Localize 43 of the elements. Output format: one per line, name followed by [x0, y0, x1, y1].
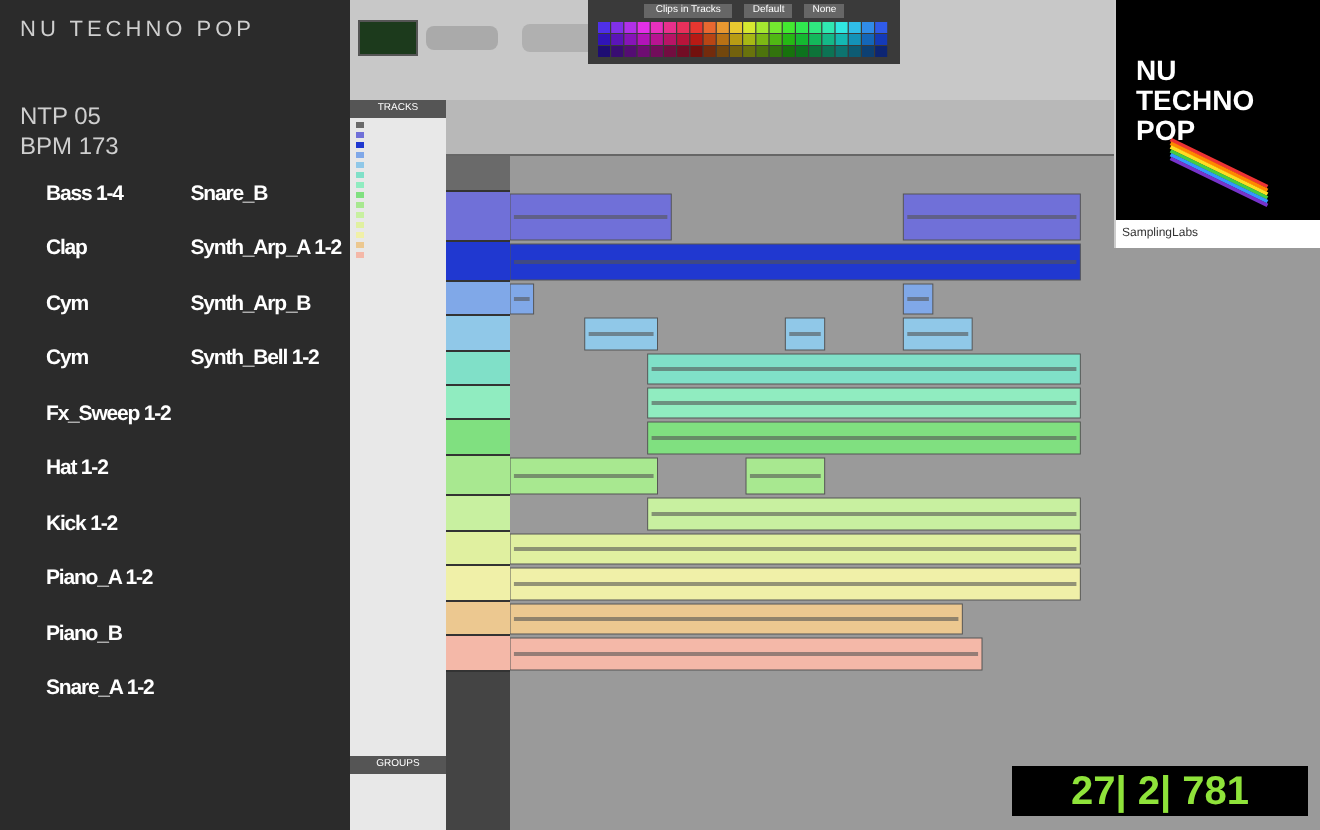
track-header	[446, 420, 510, 456]
color-palette-drawing[interactable]	[598, 22, 890, 58]
tempo-label: BPM 173	[20, 131, 121, 161]
track-list-swatch[interactable]	[356, 252, 364, 258]
track-header	[446, 156, 510, 192]
sample-name: Fx_Sweep 1-2	[46, 399, 171, 427]
track-list-swatch[interactable]	[356, 152, 364, 158]
track-header	[446, 352, 510, 386]
sample-name: Cym	[46, 344, 88, 372]
track-list-swatch[interactable]	[356, 182, 364, 188]
track-header	[446, 316, 510, 352]
track-header	[446, 496, 510, 532]
track-list-swatch[interactable]	[356, 142, 364, 148]
sample-name: Piano_A 1-2	[46, 564, 153, 592]
sample-name: Synth_Arp_A 1-2	[190, 234, 341, 262]
sample-name: Synth_Bell 1-2	[190, 344, 319, 372]
track-list-swatch[interactable]	[356, 192, 364, 198]
track-list-swatch[interactable]	[356, 212, 364, 218]
cover-title: TECHNO	[1136, 86, 1255, 116]
track-list-swatch[interactable]	[356, 122, 364, 128]
sample-name: Clap	[46, 234, 87, 262]
track-list-swatch[interactable]	[356, 202, 364, 208]
sample-name: Synth_Arp_B	[190, 289, 311, 317]
track-list-swatch[interactable]	[356, 232, 364, 238]
sample-name: Cym	[46, 289, 88, 317]
sample-name: Bass 1-4	[46, 179, 123, 207]
counter-text: 27| 2| 781	[1070, 767, 1250, 817]
pack-code: NTP 05	[20, 101, 103, 131]
sample-name: Snare_B	[190, 179, 268, 207]
track-list-swatch[interactable]	[356, 132, 364, 138]
sample-name: Hat 1-2	[46, 454, 108, 482]
track-list-swatch[interactable]	[356, 242, 364, 248]
cover-title: POP	[1136, 116, 1196, 146]
pack-title: NU TECHNO POP	[20, 16, 257, 46]
track-list-swatch[interactable]	[356, 172, 364, 178]
track-list-swatch[interactable]	[356, 162, 364, 168]
cover-title: NU	[1136, 56, 1177, 86]
sample-name: Kick 1-2	[46, 509, 117, 537]
track-header	[446, 386, 510, 420]
sample-name: Piano_B	[46, 619, 122, 647]
sample-name: Snare_A 1-2	[46, 674, 154, 702]
track-list-swatch[interactable]	[356, 222, 364, 228]
mode-display-icon	[358, 20, 418, 56]
